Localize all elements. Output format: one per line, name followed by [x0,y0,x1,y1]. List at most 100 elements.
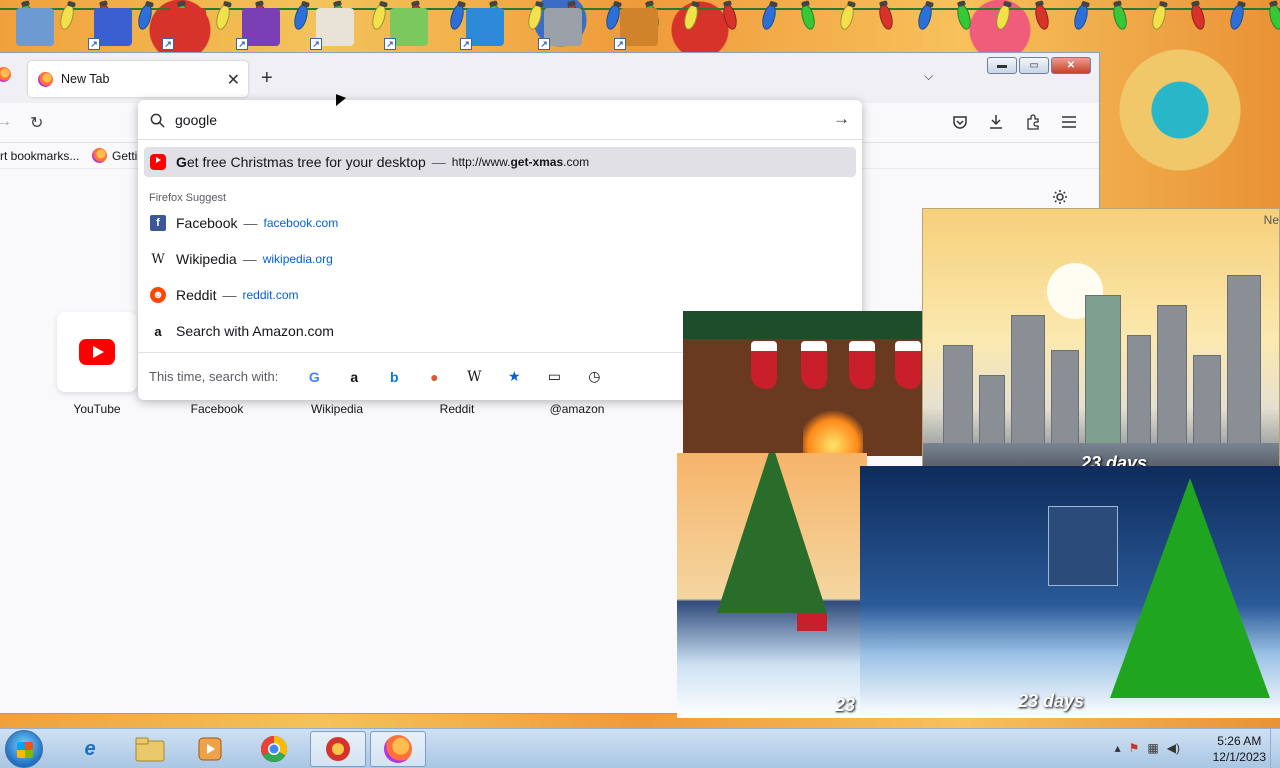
reddit-icon: ☻ [150,287,166,303]
search-icon [150,113,165,128]
taskbar-clock[interactable]: 5:26 AM 12/1/2023 [1213,733,1266,765]
top-site-label: YouTube [73,402,121,416]
media-player-icon[interactable] [182,731,238,767]
stocking-image [895,341,921,389]
firefox-logo-icon [38,71,53,87]
chrome-icon[interactable] [246,731,302,767]
desktop-shortcut-icon[interactable] [16,8,54,46]
clock-time: 5:26 AM [1217,734,1262,748]
top-site-label: @amazon [549,402,605,416]
stocking-image [849,341,875,389]
tab-strip: New Tab ✕ + ⌵ ▬ ▭ ✕ [0,53,1099,103]
bing-icon[interactable]: b [374,369,414,385]
maximize-button[interactable]: ▭ [1019,57,1049,74]
desktop-shortcut-icon[interactable]: ↗ [310,8,354,50]
wikipedia-icon: W [151,251,165,267]
google-icon[interactable]: G [294,369,334,385]
desktop-shortcut-icon[interactable]: ↗ [162,8,206,50]
network-icon[interactable]: ▦ [1147,741,1158,755]
firefox-taskbar-icon[interactable] [370,731,426,767]
top-site-label: Facebook [190,402,244,416]
suggestion-url: reddit.com [242,288,299,302]
duckduckgo-icon[interactable]: ● [414,369,454,385]
bookmarks-icon[interactable]: ★ [494,368,534,385]
fire-image [803,405,863,455]
christmas-tree-widget[interactable]: 23 days [677,453,867,718]
countdown-label: 23 days [1018,691,1085,711]
suggestion-url-suffix: .com [563,155,590,169]
internet-explorer-icon[interactable]: e [62,731,118,767]
suggestion-title: Facebook [176,215,238,231]
forward-icon[interactable]: → [0,113,12,131]
house-image [1048,506,1118,586]
firefox-logo-icon [92,148,107,163]
reload-icon[interactable]: ↻ [30,113,43,133]
winter-night-widget[interactable]: 23 days [860,466,1280,718]
menu-icon[interactable] [1061,115,1077,129]
firefox-suggest-label: Firefox Suggest [149,192,227,204]
gear-icon[interactable] [1052,189,1068,205]
top-site-youtube[interactable]: YouTube [57,312,137,416]
stocking-image [801,341,827,389]
suggestion-row-reddit[interactable]: ☻ Reddit — reddit.com [144,280,856,310]
desktop-shortcut-icon[interactable]: ↗ [538,8,582,50]
firefox-logo-icon [0,67,11,82]
urlbar-value: google [175,112,218,128]
youtube-icon [79,339,115,365]
close-button[interactable]: ✕ [1051,57,1091,74]
go-arrow-icon[interactable]: → [833,109,850,129]
desktop-shortcut-icon[interactable]: ↗ [460,8,504,50]
file-explorer-icon[interactable] [122,731,178,767]
urlbar-input[interactable]: google → [150,108,850,132]
new-tab-button[interactable]: + [261,67,273,90]
volume-icon[interactable]: ◀) [1167,741,1180,755]
suggestion-row-wikipedia[interactable]: W Wikipedia — wikipedia.org [144,244,856,274]
suggestion-row[interactable]: Get free Christmas tree for your desktop… [144,147,856,177]
suggestion-url-bold: get-xmas [510,155,564,169]
window-controls: ▬ ▭ ✕ [987,57,1091,74]
list-all-tabs-button[interactable]: ⌵ [924,69,933,84]
desktop-shortcut-icon[interactable]: ↗ [88,8,132,50]
suggestion-row-facebook[interactable]: f Facebook — facebook.com [144,208,856,238]
youtube-icon [150,154,166,170]
pocket-icon[interactable] [952,114,968,130]
xmas-app-icon[interactable] [310,731,366,767]
wikipedia-icon[interactable]: W [454,369,494,385]
fireplace-widget[interactable] [683,311,923,456]
tab-title: New Tab [61,72,110,86]
download-icon[interactable] [988,114,1004,130]
tree-pot-image [797,613,827,631]
city-skyline-widget[interactable]: 23 days Ne [922,208,1280,474]
engines-label: This time, search with: [149,369,279,384]
show-hidden-icons-icon[interactable]: ▴ [1115,741,1121,755]
show-desktop-button[interactable] [1270,729,1280,768]
suggestion-bold-prefix: G [176,154,187,170]
extensions-icon[interactable] [1025,114,1041,130]
tab-new-tab[interactable]: New Tab ✕ [28,61,248,97]
amazon-icon: a [154,323,162,339]
start-button[interactable] [5,730,43,768]
action-center-icon[interactable]: ⚑ [1129,741,1140,755]
christmas-tree-image [717,453,827,613]
divider [138,139,862,140]
taskbar: e ▴ ⚑ ▦ ◀) 5:26 AM 12/1/2023 [0,728,1280,768]
suggestion-title: et free Christmas tree for your desktop [186,154,426,170]
amazon-icon[interactable]: a [334,369,374,385]
import-bookmarks-item[interactable]: rt bookmarks... [0,149,79,163]
system-tray: ▴ ⚑ ▦ ◀) [1115,741,1180,755]
suggestion-title: Wikipedia [176,251,237,267]
suggestion-url-prefix: http://www. [451,155,511,169]
widget-text: Ne [1263,213,1279,227]
close-tab-icon[interactable]: ✕ [227,70,240,90]
facebook-icon: f [150,215,166,231]
suggestion-title: Reddit [176,287,217,303]
desktop-shortcut-icon[interactable]: ↗ [614,8,658,50]
history-icon[interactable]: ◷ [574,368,614,385]
desktop-shortcut-icon[interactable]: ↗ [384,8,428,50]
clock-date: 12/1/2023 [1212,750,1266,764]
tabs-icon[interactable]: ▭ [534,368,574,385]
getting-started-bookmark[interactable]: Getti [112,149,137,163]
stocking-image [751,341,777,389]
desktop-shortcut-icon[interactable]: ↗ [236,8,280,50]
minimize-button[interactable]: ▬ [987,57,1017,74]
